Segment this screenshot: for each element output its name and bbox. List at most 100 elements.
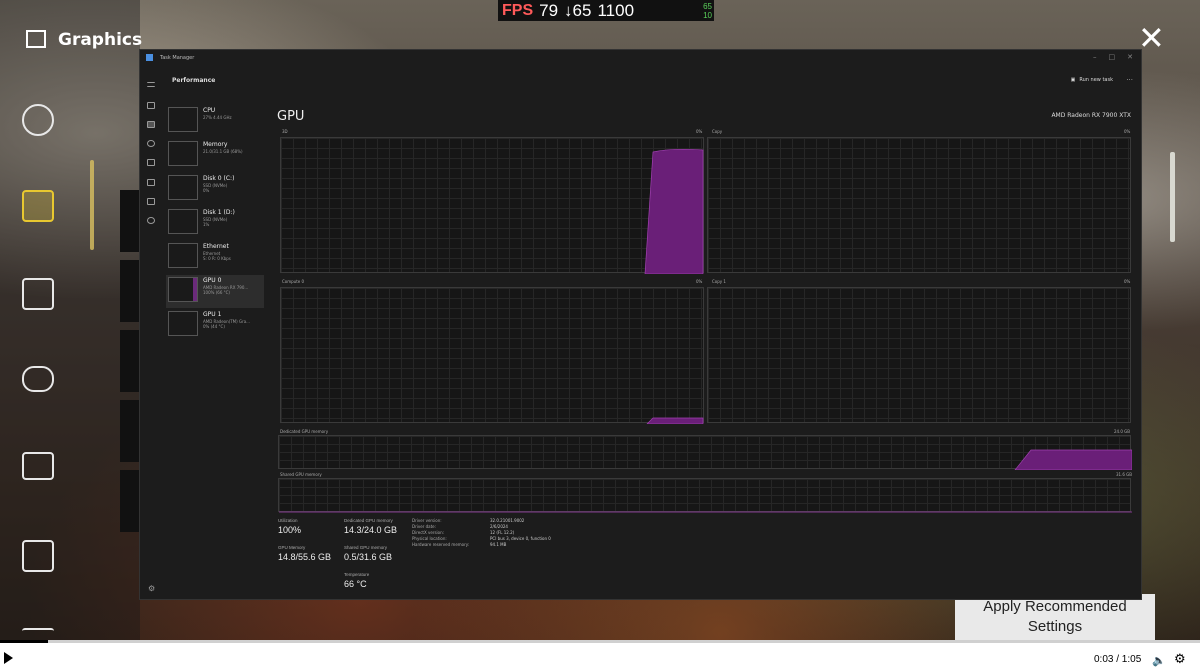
graph-copy1-label: Copy 1	[712, 279, 726, 284]
resource-thumbnail	[168, 243, 198, 268]
gpu-memory-value: 14.8/55.6 GB	[278, 552, 332, 562]
graph-3d-label: 3D	[282, 129, 288, 134]
fps-label: FPS	[502, 1, 534, 19]
startup-apps-icon[interactable]	[147, 159, 155, 166]
resource-disk1[interactable]: Disk 1 (D:) SSD (NVMe) 1%	[166, 207, 264, 240]
resource-name: CPU	[203, 107, 216, 114]
window-titlebar: Task Manager – □ ✕	[140, 50, 1141, 66]
accessibility-icon[interactable]	[22, 540, 54, 572]
task-manager-icon	[146, 54, 153, 61]
performance-header: Performance ▣ Run new task ···	[162, 66, 1141, 94]
settings-gear-icon[interactable]: ⚙	[1174, 652, 1186, 667]
fps-low: ↓65	[564, 0, 592, 20]
close-icon[interactable]: ✕	[1138, 22, 1165, 54]
dedicated-memory-line	[1014, 449, 1132, 470]
app-history-icon[interactable]	[147, 140, 155, 147]
settings-icon[interactable]: ⚙	[148, 584, 155, 593]
fps-overlay: FPS 79 ↓65 1100 65 10	[498, 0, 714, 21]
fps-high: 1100	[597, 0, 635, 20]
more-options-icon[interactable]: ···	[1126, 76, 1133, 84]
gpu-heading: GPU	[277, 109, 305, 124]
hamburger-icon[interactable]	[147, 82, 155, 87]
game-settings-sidebar: Graphics	[0, 0, 142, 640]
sidebar-scrollbar[interactable]	[90, 160, 94, 250]
shared-memory-max: 31.6 GB	[1116, 472, 1133, 477]
subtitles-icon[interactable]	[22, 452, 54, 480]
run-new-task-label: Run new task	[1079, 77, 1113, 83]
close-window-icon[interactable]: ✕	[1127, 53, 1133, 61]
dedicated-memory-graph	[278, 435, 1132, 470]
graph-copy1	[707, 287, 1131, 423]
interface-icon[interactable]	[22, 278, 54, 310]
resource-name: Disk 0 (C:)	[203, 175, 235, 182]
resource-disk0[interactable]: Disk 0 (C:) SSD (NVMe) 0%	[166, 173, 264, 206]
right-scrollbar[interactable]	[1170, 152, 1175, 242]
graph-compute-line	[646, 417, 704, 424]
gpu-info-values: 32.0.21001.9002 2/6/2024 12 (FL 12.2) PC…	[490, 518, 551, 548]
window-title: Task Manager	[160, 55, 195, 61]
details-icon[interactable]	[147, 198, 155, 205]
users-icon[interactable]	[147, 179, 155, 186]
dedicated-memory-graph-label: Dedicated GPU memory	[280, 429, 329, 434]
graph-compute	[280, 287, 704, 424]
video-time: 0:03 / 1:05	[1094, 654, 1142, 665]
display-icon[interactable]	[22, 190, 54, 222]
resource-cpu[interactable]: CPU 27% 4.44 GHz	[166, 105, 264, 138]
run-new-task-button[interactable]: ▣ Run new task	[1071, 77, 1113, 83]
resource-thumbnail	[168, 311, 198, 336]
gpu-memory-stat: GPU Memory 14.8/55.6 GB	[278, 545, 331, 563]
fps-value: 79	[539, 0, 559, 20]
mini-bottom: 10	[703, 10, 712, 20]
resource-name: GPU 0	[203, 277, 222, 284]
resource-sub: AMD Radeon(TM) Gra... 0% (44 °C)	[203, 319, 250, 329]
dedicated-memory-max: 24.0 GB	[1114, 429, 1131, 434]
video-progress-played	[0, 640, 48, 643]
resource-sub: SSD (NVMe) 0%	[203, 183, 228, 193]
audio-icon[interactable]	[22, 104, 54, 136]
run-task-icon: ▣	[1070, 77, 1076, 83]
services-icon[interactable]	[147, 217, 155, 224]
utilization-stat: Utilization 100%	[278, 518, 301, 536]
graph-copy1-percent: 0%	[1124, 279, 1131, 284]
utilization-value: 100%	[278, 525, 302, 535]
dedicated-value: 14.3/24.0 GB	[344, 525, 398, 535]
resource-sub: 27% 4.44 GHz	[203, 115, 232, 120]
resource-gpu0[interactable]: GPU 0 AMD Radeon RX 790... 100% (66 °C)	[166, 275, 264, 308]
minimize-icon[interactable]: –	[1093, 53, 1097, 61]
graph-copy-label: Copy	[712, 129, 723, 134]
performance-icon[interactable]	[147, 121, 155, 128]
shared-memory-stat: Shared GPU memory 0.5/31.6 GB	[344, 545, 392, 563]
resource-thumbnail	[168, 277, 198, 302]
play-icon[interactable]	[4, 652, 13, 664]
window-controls: – □ ✕	[1093, 53, 1133, 61]
video-progress-bar[interactable]	[0, 640, 1200, 643]
task-manager-window: Task Manager – □ ✕ ⚙ Performance ▣ Run n…	[139, 49, 1142, 600]
shared-memory-graph-label: Shared GPU memory	[280, 472, 322, 477]
more-icon[interactable]	[22, 628, 54, 634]
shared-value: 0.5/31.6 GB	[344, 552, 393, 562]
graph-3d-percent: 0%	[696, 129, 703, 134]
resource-ethernet[interactable]: Ethernet Ethernet S: 0 R: 0 Kbps	[166, 241, 264, 274]
shared-memory-line	[279, 511, 1132, 513]
resource-sub: 21.0/31.1 GB (68%)	[203, 149, 243, 154]
gpu-model: AMD Radeon RX 7900 XTX	[1051, 112, 1131, 119]
page-title: Performance	[172, 76, 216, 84]
controller-icon[interactable]	[22, 366, 54, 392]
resource-thumbnail	[168, 141, 198, 166]
graph-compute-percent: 0%	[696, 279, 703, 284]
resource-gpu1[interactable]: GPU 1 AMD Radeon(TM) Gra... 0% (44 °C)	[166, 309, 264, 342]
gpu-info-labels: Driver version: Driver date: DirectX ver…	[412, 518, 469, 548]
maximize-icon[interactable]: □	[1109, 53, 1116, 61]
resource-memory[interactable]: Memory 21.0/31.1 GB (68%)	[166, 139, 264, 172]
graph-3d-line	[644, 148, 704, 274]
resource-name: Ethernet	[203, 243, 229, 250]
processes-icon[interactable]	[147, 102, 155, 109]
apply-recommended-settings-button[interactable]: Apply Recommended Settings	[955, 594, 1155, 640]
resource-name: GPU 1	[203, 311, 222, 318]
graph-copy-percent: 0%	[1124, 129, 1131, 134]
info-label: Hardware reserved memory:	[412, 542, 470, 547]
resource-thumbnail	[168, 209, 198, 234]
volume-icon[interactable]: 🔈	[1152, 654, 1166, 667]
graphics-icon[interactable]	[26, 30, 46, 48]
video-controls	[0, 640, 1200, 667]
